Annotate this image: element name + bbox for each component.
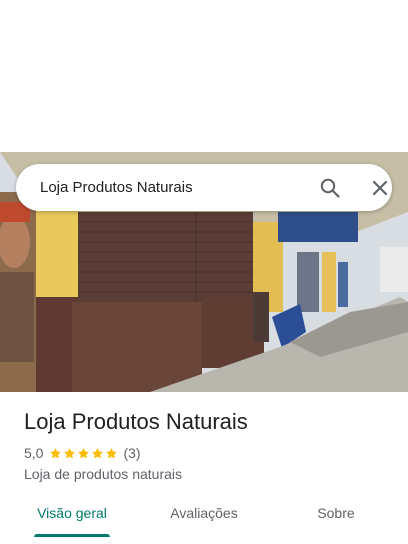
search-input[interactable]: Loja Produtos Naturais [40, 164, 193, 211]
place-category[interactable]: Loja de produtos naturais [24, 466, 182, 482]
star-icon [106, 447, 118, 458]
active-tab-indicator [34, 534, 110, 537]
search-bar[interactable]: Loja Produtos Naturais [16, 164, 392, 211]
rating-stars [49, 447, 119, 460]
tab-reviews[interactable]: Avaliações [154, 490, 254, 537]
star-icon [50, 447, 62, 458]
place-title: Loja Produtos Naturais [24, 409, 248, 434]
search-icon[interactable] [318, 176, 342, 200]
tab-overview[interactable]: Visão geral [22, 490, 122, 537]
rating-value: 5,0 [24, 445, 44, 461]
close-icon[interactable] [368, 176, 392, 200]
review-count[interactable]: (3) [123, 445, 140, 461]
tab-bar: Visão geral Avaliações Sobre [0, 490, 408, 537]
star-icon [78, 447, 90, 458]
rating-row[interactable]: 5,0 (3) [24, 444, 141, 462]
star-icon [64, 447, 76, 458]
tab-about[interactable]: Sobre [286, 490, 386, 537]
star-icon [92, 447, 104, 458]
